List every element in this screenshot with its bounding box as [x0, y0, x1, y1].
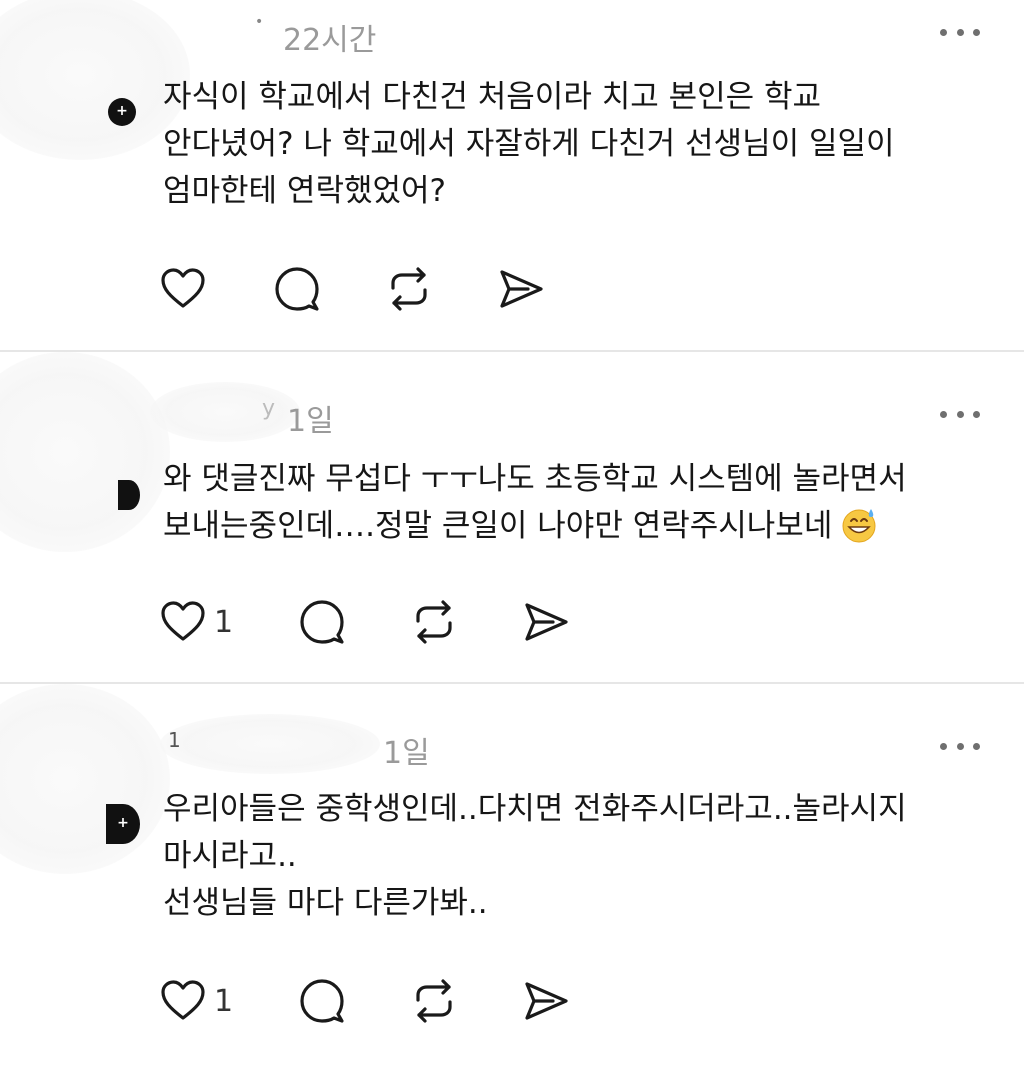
avatar-follow-badge[interactable] — [118, 480, 140, 510]
redacted-avatar — [0, 352, 170, 552]
redacted-username — [160, 714, 380, 774]
more-dots-icon[interactable] — [940, 741, 980, 751]
send-icon — [525, 982, 568, 1020]
repost-button[interactable] — [411, 978, 457, 1024]
comment-bubble-icon — [275, 267, 319, 311]
heart-icon — [161, 980, 205, 1020]
like-count: 1 — [214, 604, 234, 640]
repost-icon — [416, 600, 452, 644]
action-bar: 1 — [160, 976, 569, 1026]
redacted-avatar — [0, 684, 170, 874]
more-dots-icon[interactable] — [940, 27, 980, 37]
username[interactable]: • — [255, 14, 264, 30]
comment-item: + 1 1일 우리아들은 중학생인데..다치면 전화주시더라고..놀라시지 마시… — [0, 684, 1024, 1070]
timestamp: 22시간 — [283, 23, 377, 58]
like-button[interactable]: 1 — [160, 601, 233, 643]
share-button[interactable] — [523, 980, 569, 1022]
share-button[interactable] — [523, 601, 569, 643]
comment-text: 우리아들은 중학생인데..다치면 전화주시더라고..놀라시지 마시라고.. 선생… — [163, 791, 907, 921]
like-button[interactable]: 1 — [160, 980, 233, 1022]
timestamp: 1일 — [383, 736, 430, 771]
reply-button[interactable] — [299, 599, 345, 645]
repost-icon — [391, 267, 427, 311]
comment-bubble-icon — [300, 979, 344, 1023]
repost-icon — [416, 979, 452, 1023]
like-button[interactable] — [160, 268, 208, 310]
repost-button[interactable] — [386, 266, 432, 312]
username[interactable]: 1 — [168, 728, 182, 752]
heart-icon — [161, 268, 205, 308]
avatar-follow-badge[interactable]: + — [108, 98, 136, 126]
send-icon — [500, 270, 543, 308]
action-bar — [160, 264, 544, 314]
redacted-avatar — [0, 0, 190, 160]
comment-text: 와 댓글진짜 무섭다 ㅜㅜ나도 초등학교 시스템에 놀라면서 보내는중인데….정… — [163, 456, 983, 550]
comment-text: 자식이 학교에서 다친건 처음이라 치고 본인은 학교 안다녔어? 나 학교에서… — [163, 79, 895, 209]
heart-icon — [161, 601, 205, 641]
reply-button[interactable] — [299, 978, 345, 1024]
repost-button[interactable] — [411, 599, 457, 645]
comment-text-content: 와 댓글진짜 무섭다 ㅜㅜ나도 초등학교 시스템에 놀라면서 보내는중인데….정… — [163, 461, 907, 544]
comment-bubble-icon — [300, 600, 344, 644]
reply-button[interactable] — [274, 266, 320, 312]
more-dots-icon[interactable] — [940, 409, 980, 419]
timestamp: 1일 — [287, 404, 334, 439]
action-bar: 1 — [160, 597, 569, 647]
redacted-username — [150, 382, 300, 442]
grinning-sweat-emoji — [842, 509, 876, 543]
like-count: 1 — [214, 983, 234, 1019]
comment-item: y 1일 와 댓글진짜 무섭다 ㅜㅜ나도 초등학교 시스템에 놀라면서 보내는중… — [0, 352, 1024, 682]
avatar-follow-badge[interactable]: + — [106, 804, 140, 844]
comment-item: + • 22시간 자식이 학교에서 다친건 처음이라 치고 본인은 학교 안다녔… — [0, 0, 1024, 350]
username[interactable]: y — [262, 396, 276, 421]
share-button[interactable] — [498, 268, 544, 310]
send-icon — [525, 603, 568, 641]
